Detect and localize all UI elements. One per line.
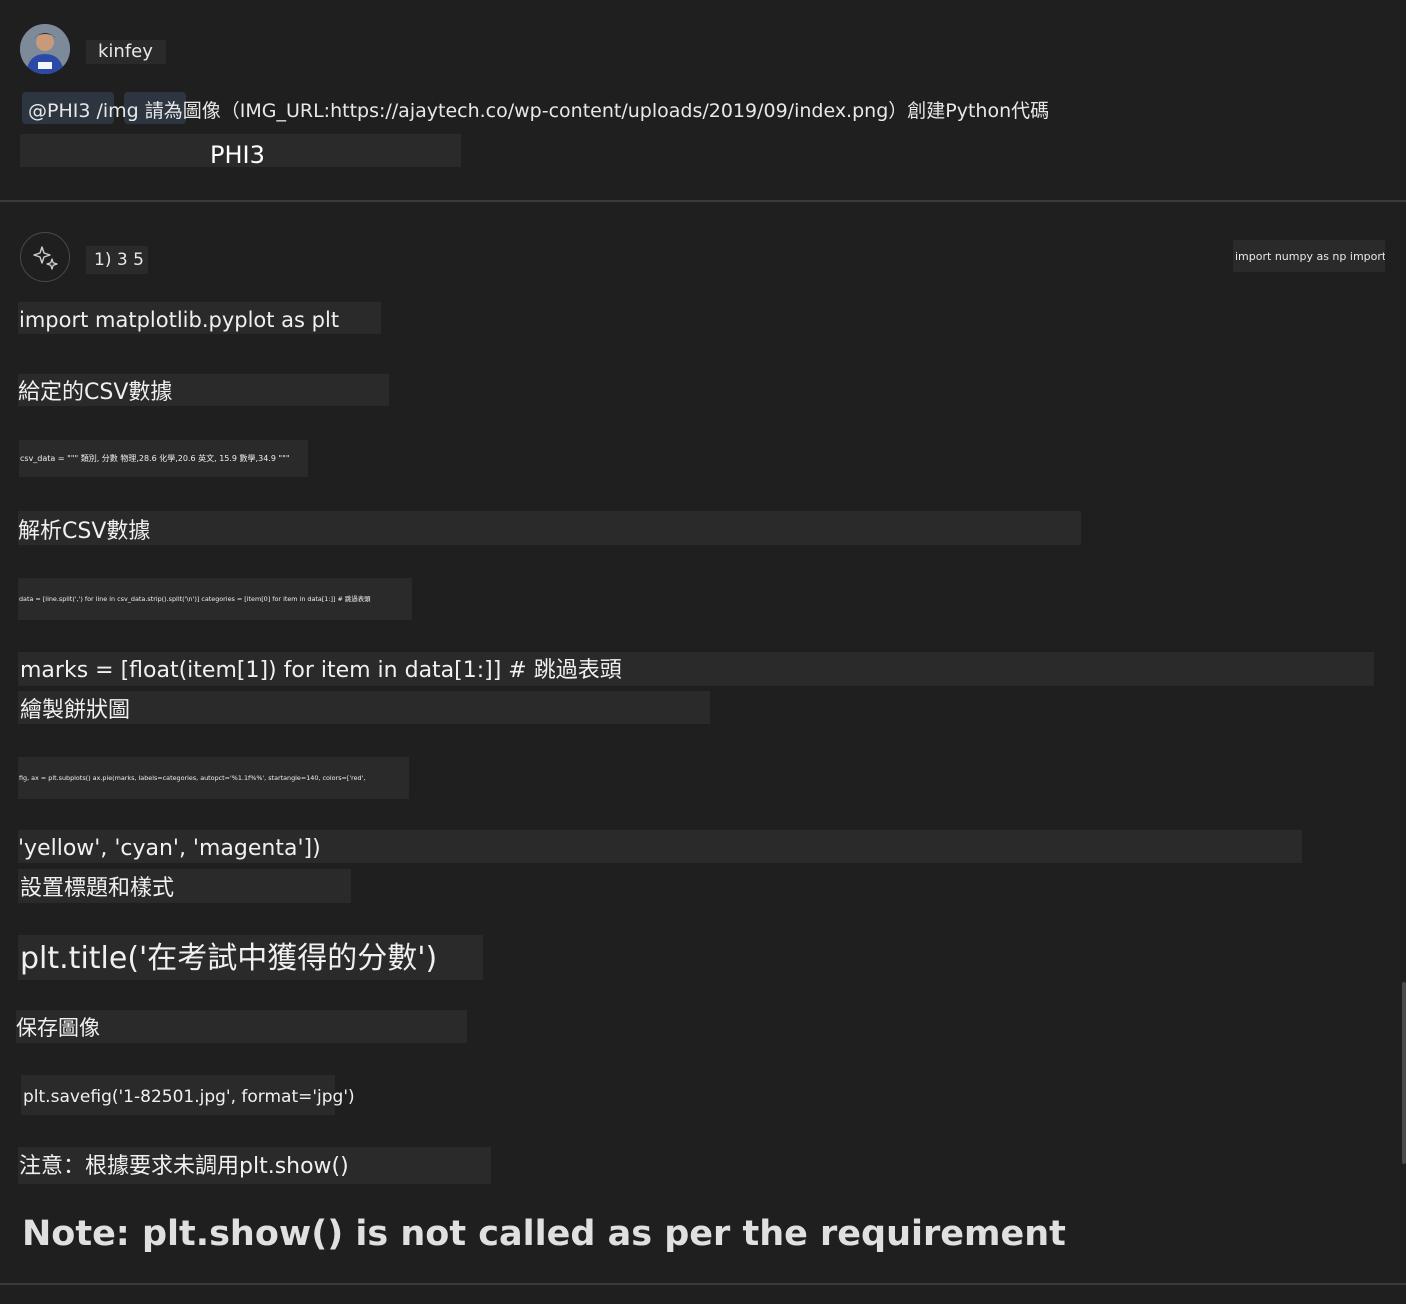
code-colors-tail: 'yellow', 'cyan', 'magenta']) (18, 836, 321, 861)
comment-parse-csv: 解析CSV數據 (18, 519, 151, 544)
message-divider (0, 200, 1406, 202)
code-title-call: plt.title('在考試中獲得的分數') (20, 941, 438, 976)
user-prompt: @PHI3 /img 請為圖像（IMG_URL:https://ajaytech… (28, 100, 1050, 122)
person-icon (20, 24, 70, 74)
assistant-avatar (20, 232, 70, 282)
response-divider (0, 1283, 1406, 1285)
user-avatar[interactable] (20, 24, 70, 74)
comment-block (18, 511, 1081, 545)
comment-draw-pie: 繪製餅狀圖 (20, 698, 131, 723)
sparkle-icon (33, 246, 58, 270)
scrollbar-thumb[interactable] (1402, 982, 1406, 1164)
code-data-parse: data = [line.split(',') for line in csv_… (19, 595, 371, 603)
code-savefig: plt.savefig('1-82501.jpg', format='jpg') (23, 1087, 355, 1107)
agent-name: PHI3 (210, 141, 265, 169)
note-zh: 注意：根據要求未調用plt.show() (19, 1154, 349, 1179)
code-subplots: fig, ax = plt.subplots() ax.pie(marks, l… (19, 774, 366, 782)
user-name: kinfey (86, 40, 166, 64)
comment-set-title: 設置標題和樣式 (20, 876, 175, 901)
note-en: Note: plt.show() is not called as per th… (22, 1214, 1066, 1254)
code-snippet-preview: import numpy as np import io (1233, 240, 1385, 272)
code-marks: marks = [float(item[1]) for item in data… (20, 658, 622, 683)
code-csv-data: csv_data = """ 類別, 分數 物理,28.6 化學,20.6 英文… (20, 454, 290, 463)
comment-given-csv: 給定的CSV數據 (18, 380, 173, 405)
response-header-label: 1) 3 5 (86, 246, 148, 274)
comment-save-image: 保存圖像 (16, 1016, 100, 1040)
code-import-plt: import matplotlib.pyplot as plt (19, 308, 340, 332)
